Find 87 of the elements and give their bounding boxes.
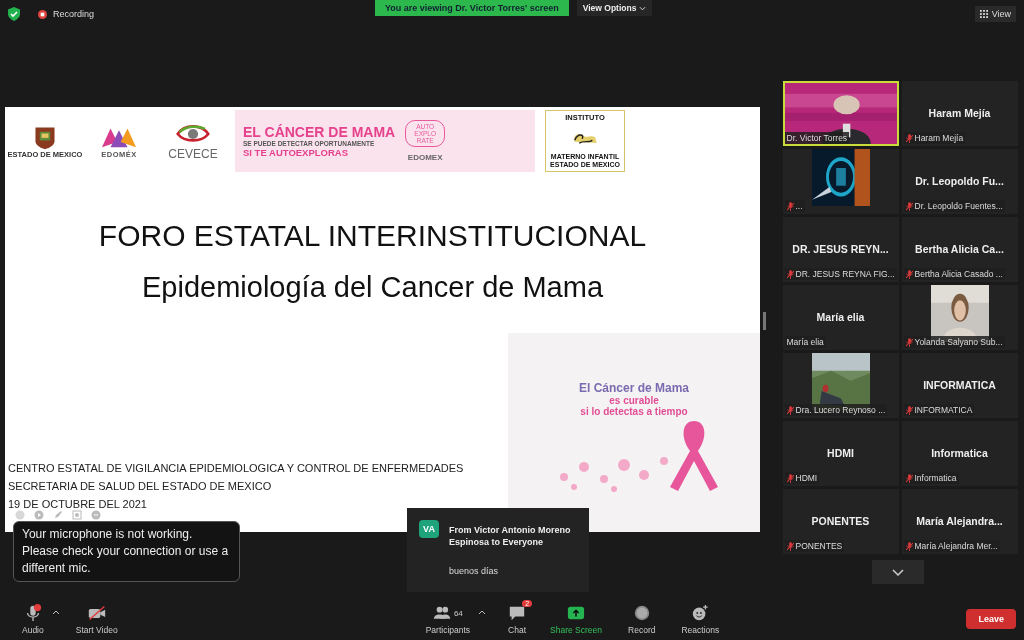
video-off-icon (87, 604, 106, 622)
participant-label: DR. JESUS REYNA FIG... (795, 269, 895, 279)
participant-label: Dr. Leopoldo Fuentes... (914, 201, 1003, 211)
participant-label: Dr. Victor Torres (786, 133, 848, 143)
caret-icon (639, 5, 647, 11)
participant-name: Dr. Leopoldo Fu... (915, 175, 1004, 187)
participant-tile[interactable]: Bertha Alicia Ca... Bertha Alicia Casado ... (901, 217, 1018, 282)
participant-label: HDMI (795, 473, 818, 483)
participant-name: HDMI (827, 447, 854, 459)
participant-tile[interactable]: Dra. Lucero Reynoso ... (782, 353, 899, 418)
poster-text: El Cáncer de Mama (578, 381, 689, 395)
participant-tile[interactable]: Informatica Informatica (901, 421, 1018, 486)
smiley-icon (691, 604, 710, 622)
participant-name: Haram Mejía (928, 107, 991, 119)
slide-subtitle: Epidemiología del Cancer de Mama (142, 271, 603, 304)
participant-tile[interactable]: María elia María elia (782, 285, 899, 350)
participant-label: PONENTES (795, 541, 843, 551)
participants-button[interactable]: 64 Participants (421, 603, 475, 635)
participant-tile[interactable]: ... (782, 149, 899, 214)
participant-tile[interactable]: Haram Mejía Haram Mejía (901, 81, 1018, 146)
viewing-banner: You are viewing Dr. Victor Torres' screen (375, 0, 569, 16)
view-button[interactable]: View (974, 6, 1016, 22)
participant-label: Haram Mejía (914, 133, 964, 143)
record-button[interactable]: Record (624, 603, 660, 635)
participant-name: María Alejandra... (916, 515, 1003, 527)
participant-name: PONENTES (811, 515, 870, 527)
participant-tile[interactable]: DR. JESUS REYN... DR. JESUS REYNA FIG... (782, 217, 899, 282)
caret-button[interactable] (51, 609, 60, 615)
caret-button[interactable] (478, 609, 487, 615)
logo-caption: CEVECE (168, 147, 218, 161)
participant-name: Bertha Alicia Ca... (915, 243, 1004, 255)
audio-button[interactable]: Audio (18, 603, 48, 635)
participant-label: INFORMATICA (914, 405, 973, 415)
participant-tile[interactable]: Dr. Victor Torres (782, 81, 899, 146)
recording-label: Recording (53, 9, 95, 19)
participant-label: Informatica (914, 473, 957, 483)
participant-name: Informatica (931, 447, 988, 459)
poster-text: es curable (609, 395, 659, 406)
caret-icon (478, 609, 487, 615)
participant-label: María elia (786, 337, 824, 347)
video-button[interactable]: Start Video (71, 603, 122, 635)
participant-name: DR. JESUS REYN... (792, 243, 889, 255)
participant-tile[interactable]: INFORMATICA INFORMATICA (901, 353, 1018, 418)
grid-icon (979, 10, 988, 18)
scroll-down-button[interactable] (872, 560, 924, 584)
chat-sender: From Victor Antonio Moreno Espinosa to Everyone (449, 524, 572, 548)
participant-label: Dra. Lucero Reynoso ... (795, 405, 886, 415)
chat-icon (508, 604, 527, 622)
participant-label: Yolanda Salyano Sub... (914, 337, 1003, 347)
chat-notification[interactable]: VA From Victor Antonio Moreno Espinosa to Everyone buenos días (407, 508, 589, 592)
view-options-button[interactable]: View Options (576, 0, 653, 16)
banner-headline: EL CÁNCER DE MAMA (243, 124, 396, 140)
participant-tile[interactable]: Yolanda Salyano Sub... (901, 285, 1018, 350)
sender-avatar: VA (419, 520, 439, 538)
back-icon[interactable] (15, 510, 25, 520)
banner-text: SI TE AUTOEXPLORAS (243, 147, 350, 158)
share-screen-icon (567, 604, 586, 622)
slide-footer-text: 19 DE OCTUBRE DEL 2021 (8, 498, 148, 510)
play-icon[interactable] (34, 510, 44, 520)
leave-button[interactable]: Leave (966, 609, 1016, 629)
reactions-button[interactable]: Reactions (677, 603, 724, 635)
slide-title: FORO ESTATAL INTERINSTITUCIONAL (98, 219, 647, 253)
participant-name: INFORMATICA (923, 379, 996, 391)
caret-icon (51, 609, 60, 615)
participant-label: Bertha Alicia Casado ... (914, 269, 1003, 279)
participant-label: María Alejandra Mer... (914, 541, 998, 551)
participant-tile[interactable]: HDMI HDMI (782, 421, 899, 486)
more-icon[interactable] (91, 510, 101, 520)
participant-tile[interactable]: María Alejandra... María Alejandra Mer... (901, 489, 1018, 554)
zoom-icon[interactable] (72, 510, 82, 520)
record-icon (632, 604, 651, 622)
poster-text: si lo detectas a tiempo (580, 406, 688, 417)
participant-tile[interactable]: PONENTES PONENTES (782, 489, 899, 554)
chat-message: buenos días (449, 566, 500, 576)
participant-label: ... (795, 201, 803, 211)
participant-tile[interactable]: Dr. Leopoldo Fu... Dr. Leopoldo Fuentes... (901, 149, 1018, 214)
mic-warning-tooltip: Your microphone is not working. Please check your connection or use a different mic. (13, 521, 240, 582)
banner-logo-text: EDOMEX (407, 153, 443, 162)
slide-footer-text: SECRETARIA DE SALUD DEL ESTADO DE MEXICO (8, 480, 273, 492)
slide-footer-text: CENTRO ESTATAL DE VIGILANCIA EPIDEMIOLOGICA Y CONTROL DE ENFERMEDADES (8, 462, 465, 474)
recording-icon (38, 9, 47, 19)
share-button[interactable]: Share Screen (546, 603, 607, 635)
participant-name: María elia (816, 311, 865, 323)
shield-icon[interactable] (8, 7, 20, 21)
splitter-handle[interactable] (763, 312, 766, 330)
people-icon (432, 604, 451, 622)
chevron-down-icon (892, 568, 904, 576)
